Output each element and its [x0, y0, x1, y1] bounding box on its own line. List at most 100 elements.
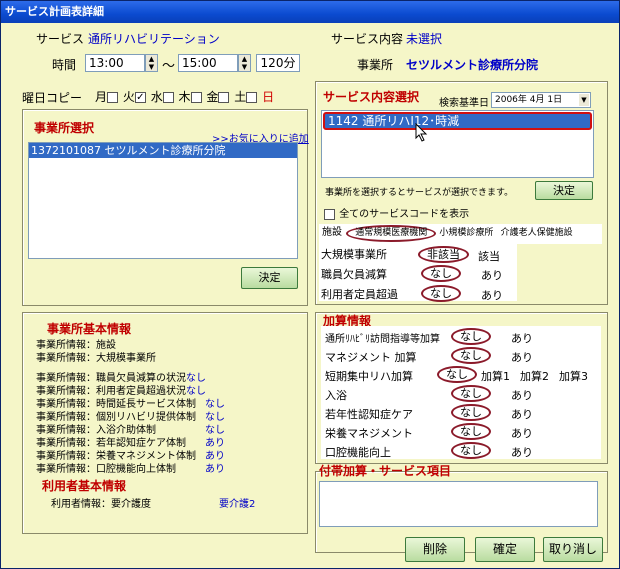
end-time-spinner[interactable]: ▲ ▼	[238, 54, 251, 72]
service-hint: 事業所を選択するとサービスが選択できます。	[325, 188, 514, 198]
service-decide-button[interactable]: 決定	[535, 181, 593, 200]
cancel-button[interactable]: 取り消し	[543, 537, 603, 562]
show-all-codes[interactable]: 全てのサービスコードを表示	[324, 205, 469, 220]
checkbox[interactable]	[324, 208, 335, 220]
attr-option-selected[interactable]: なし	[421, 265, 461, 282]
attr-label: 職員欠員減算	[321, 268, 387, 281]
addition-option[interactable]: あり	[511, 406, 533, 422]
delete-button[interactable]: 削除	[405, 537, 465, 562]
attr-option-selected[interactable]: なし	[421, 285, 461, 302]
weekday-sun[interactable]: 日	[262, 90, 274, 104]
checkbox[interactable]	[246, 92, 258, 103]
facility-option[interactable]: 介護老人保健施設	[501, 228, 573, 238]
office-info-line: 事業所情報：大規模事業所	[36, 353, 156, 364]
confirm-button[interactable]: 確定	[475, 537, 535, 562]
attr-option[interactable]: 該当	[478, 248, 500, 264]
facility-option-selected[interactable]: 通常規模医療機関	[346, 225, 437, 242]
service-list[interactable]: 1142 通所リハⅠ12･時減	[321, 110, 594, 178]
attr-label: 大規模事業所	[321, 248, 387, 261]
chevron-down-icon[interactable]: ▼	[579, 94, 589, 106]
attr-option[interactable]: あり	[481, 267, 503, 283]
addition-option-selected[interactable]: なし	[451, 404, 491, 421]
addition-option-selected[interactable]: なし	[451, 423, 491, 440]
window-title: サービス計画表詳細	[1, 1, 619, 23]
addition-option-selected[interactable]: なし	[451, 328, 491, 345]
weekday-sat[interactable]: 土	[234, 90, 258, 104]
duration-field: 120分	[256, 54, 300, 72]
attr-row-staff-shortage: 職員欠員減算	[321, 266, 387, 282]
weekday-checkboxes: 月 火✓ 水 木 金 土 日	[95, 88, 274, 105]
weekday-label: 金	[206, 90, 219, 104]
extra-items-area[interactable]	[319, 481, 598, 527]
addition-option-selected[interactable]: なし	[451, 442, 491, 459]
addition-option[interactable]: 加算2	[520, 368, 549, 384]
service-plan-detail-window: サービス計画表詳細 サービス 通所リハビリテーション サービス内容 未選択 時間…	[0, 0, 620, 569]
service-label: サービス	[36, 32, 85, 46]
extra-title: 付帯加算・サービス項目	[319, 464, 452, 478]
addition-option[interactable]: 加算1	[481, 368, 510, 384]
addition-option[interactable]: あり	[511, 330, 533, 346]
attr-label: 利用者定員超過	[321, 288, 398, 301]
addition-option[interactable]: あり	[511, 425, 533, 441]
date-label: 検索基準日	[439, 98, 489, 109]
service-select-title: サービス内容選択	[323, 90, 420, 104]
checkbox[interactable]	[190, 92, 202, 103]
weekday-copy-label: 曜日コピー	[22, 91, 83, 105]
time-separator: ～	[162, 59, 176, 74]
checkbox[interactable]	[162, 92, 174, 103]
addition-label: 入浴	[325, 389, 347, 402]
attr-row-capacity-excess: 利用者定員超過	[321, 286, 398, 302]
service-content-label: サービス内容	[331, 32, 404, 46]
service-value: 通所リハビリテーション	[88, 32, 220, 46]
office-list[interactable]: 1372101087 セツルメント診療所分院	[28, 142, 298, 259]
office-decide-button[interactable]: 決定	[241, 267, 298, 289]
weekday-label: 火	[122, 90, 135, 104]
office-list-item[interactable]: 1372101087 セツルメント診療所分院	[29, 143, 297, 158]
addition-label: 口腔機能向上	[325, 446, 391, 459]
weekday-label: 日	[262, 90, 275, 104]
mouse-cursor-icon	[415, 123, 428, 142]
weekday-wed[interactable]: 水	[151, 90, 175, 104]
addition-option-selected[interactable]: なし	[437, 366, 477, 383]
weekday-tue[interactable]: 火✓	[123, 90, 147, 104]
addition-option[interactable]: あり	[511, 349, 533, 365]
user-info-value: 要介護2	[219, 499, 256, 510]
show-all-label: 全てのサービスコードを表示	[339, 209, 470, 220]
addition-label: 通所ﾘﾊﾋﾞﾘ訪問指導等加算	[325, 334, 440, 345]
addition-option[interactable]: あり	[511, 444, 533, 460]
weekday-label: 水	[150, 90, 163, 104]
office-info-line: 事業所情報：口腔機能向上体制	[36, 464, 176, 475]
office-info-value: あり	[205, 464, 225, 475]
weekday-mon[interactable]: 月	[95, 90, 119, 104]
office-value: セツルメント診療所分院	[406, 58, 539, 72]
weekday-label: 月	[95, 90, 108, 104]
addition-label: 栄養マネジメント	[325, 427, 413, 440]
addition-option-selected[interactable]: なし	[451, 385, 491, 402]
attr-option[interactable]: あり	[481, 287, 503, 303]
checkbox-checked[interactable]: ✓	[134, 92, 146, 103]
start-time-spinner[interactable]: ▲ ▼	[145, 54, 158, 72]
addition-option[interactable]: 加算3	[559, 368, 588, 384]
facility-option[interactable]: 小規模診療所	[439, 228, 493, 238]
service-list-item[interactable]: 1142 通所リハⅠ12･時減	[323, 112, 592, 130]
facility-label: 施設	[322, 227, 342, 238]
addition-option[interactable]: あり	[511, 387, 533, 403]
checkbox[interactable]	[218, 92, 230, 103]
weekday-fri[interactable]: 金	[206, 90, 230, 104]
date-picker[interactable]: 2006年 4月 1日	[491, 92, 591, 108]
addition-label: 若年性認知症ケア	[325, 408, 413, 421]
end-time-input[interactable]: 15:00	[178, 54, 238, 72]
checkbox[interactable]	[107, 92, 119, 103]
facility-row: 施設 通常規模医療機関 小規模診療所 介護老人保健施設	[319, 224, 602, 244]
office-label: 事業所	[357, 58, 394, 72]
office-info-title: 事業所基本情報	[47, 322, 132, 336]
user-info-title: 利用者基本情報	[42, 479, 127, 493]
addition-label: 短期集中リハ加算	[325, 370, 413, 383]
weekday-label: 木	[178, 90, 191, 104]
time-label: 時間	[52, 58, 77, 72]
office-select-title: 事業所選択	[34, 121, 95, 135]
weekday-thu[interactable]: 木	[179, 90, 203, 104]
start-time-input[interactable]: 13:00	[85, 54, 145, 72]
attr-option-selected[interactable]: 非該当	[418, 246, 469, 263]
addition-option-selected[interactable]: なし	[451, 347, 491, 364]
